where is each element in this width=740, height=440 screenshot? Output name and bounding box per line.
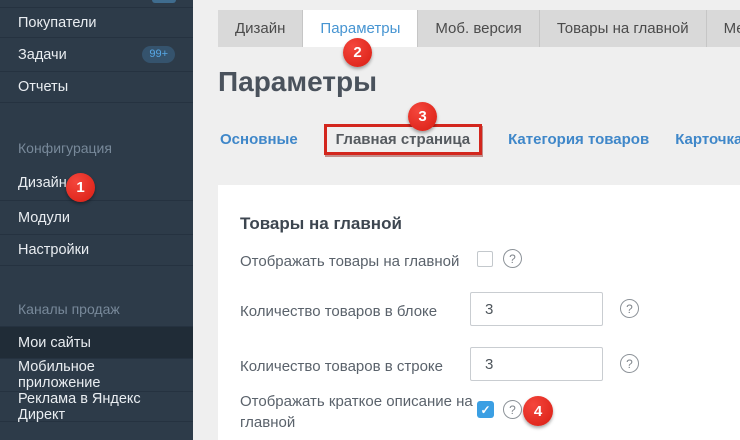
sidebar-item-modules[interactable]: Модули: [0, 200, 193, 234]
tasks-count-badge: 99+: [142, 46, 175, 63]
tab-products-on-home[interactable]: Товары на главной: [539, 10, 706, 47]
tab-menu[interactable]: Меню: [706, 10, 740, 47]
tab-label: Параметры: [320, 20, 400, 37]
subtab-product-card[interactable]: Карточка товара: [675, 131, 740, 148]
sidebar-item-reports[interactable]: Отчеты: [0, 71, 193, 103]
sidebar-item-label: Покупатели: [18, 15, 96, 31]
question-glyph: ?: [509, 252, 516, 266]
tab-label: Моб. версия: [435, 20, 521, 37]
page-title: Параметры: [218, 66, 377, 98]
help-icon[interactable]: ?: [503, 249, 522, 268]
sidebar-item-label: Модули: [18, 210, 70, 226]
input-products-per-block[interactable]: [470, 292, 603, 326]
check-icon: ✓: [480, 403, 490, 417]
section-header-label: Каналы продаж: [18, 301, 120, 317]
sidebar-item-tasks[interactable]: Задачи 99+: [0, 37, 193, 71]
sidebar-top-divider: [0, 0, 193, 8]
sidebar-gap: [0, 103, 193, 130]
help-icon[interactable]: ?: [620, 299, 639, 318]
question-glyph: ?: [509, 403, 516, 417]
subtab-home-page[interactable]: Главная страница: [324, 124, 482, 155]
sidebar-item-label: Настройки: [18, 242, 89, 258]
annotation-circle-2: 2: [343, 38, 372, 67]
annotation-circle-3: 3: [408, 102, 437, 131]
checkbox-show-products[interactable]: [477, 251, 493, 267]
sidebar-section-sales-channels: Каналы продаж: [0, 292, 193, 326]
sidebar-gap: [0, 266, 193, 292]
tab-label: Меню: [724, 20, 740, 37]
input-products-per-row[interactable]: [470, 347, 603, 381]
tab-label: Товары на главной: [557, 20, 689, 37]
field-label-show-products: Отображать товары на главной: [240, 251, 475, 272]
top-tabbar: Дизайн Параметры Моб. версия Товары на г…: [218, 10, 740, 47]
question-glyph: ?: [626, 357, 633, 371]
tab-mobile-version[interactable]: Моб. версия: [417, 10, 538, 47]
sidebar-item-yandex-direct[interactable]: Реклама в Яндекс Директ: [0, 391, 193, 422]
question-glyph: ?: [626, 302, 633, 316]
section-header-label: Конфигурация: [18, 140, 112, 156]
annotation-circle-4: 4: [523, 396, 553, 426]
sidebar-item-label: Реклама в Яндекс Директ: [18, 391, 175, 423]
sidebar-item-customers[interactable]: Покупатели: [0, 8, 193, 37]
help-icon[interactable]: ?: [503, 400, 522, 419]
partial-badge: [152, 0, 176, 3]
checkbox-show-short-description[interactable]: ✓: [477, 401, 494, 418]
help-icon[interactable]: ?: [620, 354, 639, 373]
annotation-circle-1: 1: [66, 173, 95, 202]
field-label-products-per-row: Количество товаров в строке: [240, 356, 475, 377]
sidebar-item-mobile-app[interactable]: Мобильное приложение: [0, 358, 193, 391]
tab-design[interactable]: Дизайн: [218, 10, 302, 47]
sidebar-item-settings[interactable]: Настройки: [0, 234, 193, 266]
subtab-bar: Основные Главная страница Категория това…: [220, 122, 740, 156]
subtab-general[interactable]: Основные: [220, 131, 298, 148]
sidebar-item-label: Дизайн: [18, 175, 67, 191]
sidebar-section-configuration: Конфигурация: [0, 130, 193, 165]
sidebar-item-label: Мои сайты: [18, 335, 91, 351]
sidebar-item-label: Отчеты: [18, 79, 68, 95]
tab-label: Дизайн: [235, 20, 285, 37]
field-label-show-short-description: Отображать краткое описание на главной: [240, 391, 475, 433]
sidebar: Покупатели Задачи 99+ Отчеты Конфигураци…: [0, 0, 193, 440]
sidebar-item-label: Мобильное приложение: [18, 359, 175, 391]
card-heading: Товары на главной: [240, 214, 402, 234]
sidebar-item-my-sites[interactable]: Мои сайты: [0, 326, 193, 358]
settings-card: Товары на главной Отображать товары на г…: [218, 185, 740, 440]
field-label-products-per-block: Количество товаров в блоке: [240, 301, 475, 322]
sidebar-item-design[interactable]: Дизайн: [0, 165, 193, 200]
subtab-product-category[interactable]: Категория товаров: [508, 131, 649, 148]
sidebar-item-label: Задачи: [18, 47, 67, 63]
